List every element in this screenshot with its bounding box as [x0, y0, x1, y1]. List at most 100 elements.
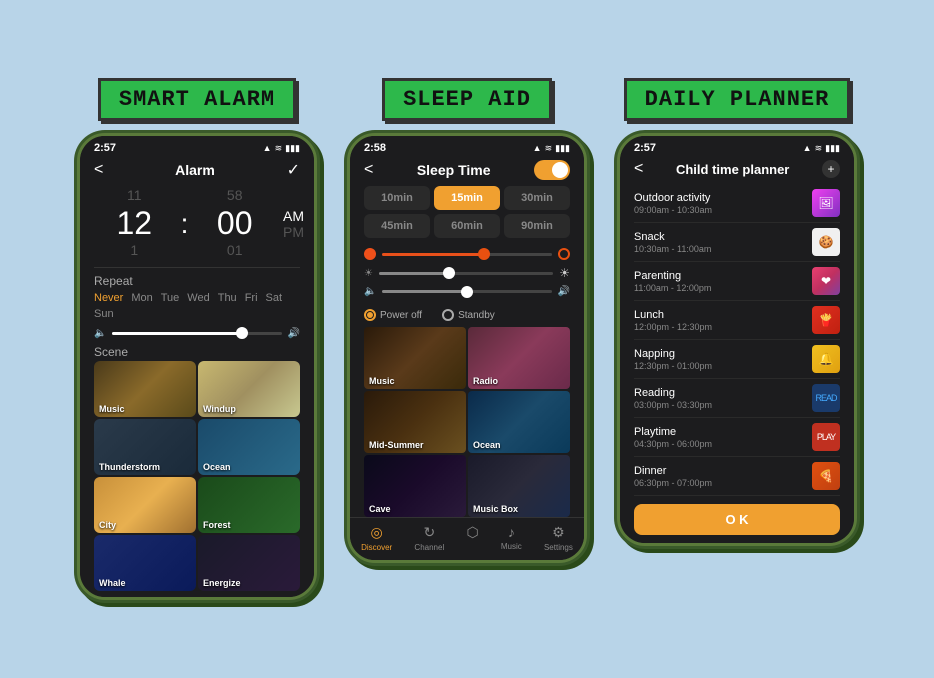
bottom-nav: ◎ Discover ↻ Channel ⬡ ♪ Music	[350, 517, 584, 560]
minute-current[interactable]: 00	[217, 206, 253, 241]
repeat-section: Repeat Never Mon Tue Wed Thu Fri Sat Sun	[80, 274, 314, 324]
timer-10min[interactable]: 10min	[364, 186, 430, 210]
repeat-day-thu[interactable]: Thu	[218, 292, 237, 304]
nav-channel-label: Channel	[414, 543, 444, 552]
time-separator: :	[179, 208, 191, 240]
timer-90min[interactable]: 90min	[504, 214, 570, 238]
standby-label: Standby	[458, 310, 495, 321]
scene-energize[interactable]: Energize	[198, 535, 300, 591]
planner-item-outdoor[interactable]: Outdoor activity 09:00am - 10:30am 🖼	[634, 184, 840, 223]
timer-45min[interactable]: 45min	[364, 214, 430, 238]
minute-col: 58 00 01	[190, 186, 279, 260]
planner-item-dinner[interactable]: Dinner 06:30pm - 07:00pm 🍕	[634, 457, 840, 496]
alarm-screen: 2:57 ▲ ≋ ▮▮▮ < Alarm ✓ 11	[80, 136, 314, 596]
scene-thunderstorm[interactable]: Thunderstorm	[94, 419, 196, 475]
back-button[interactable]: <	[94, 161, 103, 179]
sleep-status-bar: 2:58 ▲ ≋ ▮▮▮	[350, 136, 584, 156]
sleep-volume-slider[interactable]	[382, 290, 551, 293]
status-time: 2:57	[94, 142, 116, 154]
discover-icon: ◎	[371, 524, 383, 541]
repeat-day-tue[interactable]: Tue	[161, 292, 180, 304]
color-dot-outline	[558, 248, 570, 260]
sleep-scene-music[interactable]: Music	[364, 327, 466, 389]
planner-back-button[interactable]: <	[634, 160, 643, 178]
music-icon: ♪	[508, 524, 515, 540]
sleep-status-icons: ▲ ≋ ▮▮▮	[533, 143, 570, 154]
repeat-day-never[interactable]: Never	[94, 292, 123, 304]
scene-city[interactable]: City	[94, 477, 196, 533]
wifi-icon: ≋	[275, 143, 283, 154]
color-dot	[364, 248, 376, 260]
pm-option[interactable]: PM	[283, 224, 304, 240]
repeat-day-wed[interactable]: Wed	[187, 292, 209, 304]
status-bar: 2:57 ▲ ≋ ▮▮▮	[80, 136, 314, 156]
scene-music[interactable]: Music	[94, 361, 196, 417]
scene-whale[interactable]: Whale	[94, 535, 196, 591]
daily-planner-phone: 2:57 ▲ ≋ ▮▮▮ < Child time planner +	[617, 133, 857, 546]
planner-item-playtime[interactable]: Playtime 04:30pm - 06:00pm PLAY	[634, 418, 840, 457]
sleep-scene-radio[interactable]: Radio	[468, 327, 570, 389]
sleep-nav: < Sleep Time	[350, 156, 584, 186]
star-icon: ⬡	[466, 524, 478, 541]
planner-nav: < Child time planner +	[620, 156, 854, 184]
repeat-day-sat[interactable]: Sat	[266, 292, 283, 304]
color-slider[interactable]	[382, 253, 552, 256]
sleep-screen: 2:58 ▲ ≋ ▮▮▮ < Sleep Time	[350, 136, 584, 560]
outdoor-icon: 🖼	[812, 189, 840, 217]
planner-item-lunch[interactable]: Lunch 12:00pm - 12:30pm 🍟	[634, 301, 840, 340]
sleep-vol-high-icon: 🔊	[558, 286, 570, 297]
ok-button[interactable]: O K	[634, 504, 840, 535]
sleep-scene-midsummer[interactable]: Mid-Summer	[364, 391, 466, 453]
timer-buttons: 10min 15min 30min 45min 60min 90min	[364, 186, 570, 238]
sleep-signal-icon: ▲	[533, 143, 542, 153]
check-button[interactable]: ✓	[287, 160, 300, 180]
snack-icon: 🍪	[812, 228, 840, 256]
brightness-slider[interactable]	[379, 272, 553, 275]
power-off-radio[interactable]	[364, 309, 376, 321]
planner-status-time: 2:57	[634, 142, 656, 154]
sleep-vol-low-icon: 🔈	[364, 286, 376, 297]
reading-icon: READ	[812, 384, 840, 412]
sleep-slider-brightness: ☀ ☀	[364, 266, 570, 280]
add-button[interactable]: +	[822, 160, 840, 178]
scene-grid: Music Windup Thunderstorm Ocean City	[94, 361, 300, 591]
planner-item-parenting[interactable]: Parenting 11:00am - 12:00pm ❤	[634, 262, 840, 301]
smart-alarm-section: SMART ALARM 2:57 ▲ ≋ ▮▮▮ < Alarm ✓	[77, 78, 317, 599]
repeat-day-fri[interactable]: Fri	[245, 292, 258, 304]
sleep-back-button[interactable]: <	[364, 161, 373, 179]
nav-discover[interactable]: ◎ Discover	[361, 524, 392, 552]
repeat-day-sun[interactable]: Sun	[94, 308, 114, 320]
hour-current[interactable]: 12	[117, 206, 153, 241]
standby-radio[interactable]	[442, 309, 454, 321]
sleep-scene-cave[interactable]: Cave	[364, 455, 466, 517]
sleep-scene-ocean[interactable]: Ocean	[468, 391, 570, 453]
nav-music[interactable]: ♪ Music	[501, 524, 522, 552]
nav-settings-label: Settings	[544, 543, 573, 552]
timer-15min[interactable]: 15min	[434, 186, 500, 210]
standby-option[interactable]: Standby	[442, 309, 495, 321]
timer-60min[interactable]: 60min	[434, 214, 500, 238]
scene-ocean[interactable]: Ocean	[198, 419, 300, 475]
nav-channel[interactable]: ↻ Channel	[414, 524, 444, 552]
power-off-option[interactable]: Power off	[364, 309, 422, 321]
settings-icon: ⚙	[552, 524, 565, 541]
planner-item-snack[interactable]: Snack 10:30am - 11:00am 🍪	[634, 223, 840, 262]
planner-item-reading[interactable]: Reading 03:00pm - 03:30pm READ	[634, 379, 840, 418]
timer-30min[interactable]: 30min	[504, 186, 570, 210]
nav-settings[interactable]: ⚙ Settings	[544, 524, 573, 552]
time-picker: 11 12 1 : 58 00 01 AM PM	[80, 186, 314, 260]
sleep-battery-icon: ▮▮▮	[555, 143, 570, 154]
volume-slider[interactable]	[112, 332, 281, 335]
dinner-icon: 🍕	[812, 462, 840, 490]
napping-icon: 🔔	[812, 345, 840, 373]
planner-item-napping[interactable]: Napping 12:30pm - 01:00pm 🔔	[634, 340, 840, 379]
nav-star[interactable]: ⬡	[466, 524, 478, 552]
repeat-day-mon[interactable]: Mon	[131, 292, 152, 304]
sleep-toggle[interactable]	[534, 160, 570, 180]
sleep-scene-musicbox[interactable]: Music Box	[468, 455, 570, 517]
battery-icon: ▮▮▮	[285, 143, 300, 154]
sleep-radio-row: Power off Standby	[350, 307, 584, 327]
scene-forest[interactable]: Forest	[198, 477, 300, 533]
scene-windup[interactable]: Windup	[198, 361, 300, 417]
am-option[interactable]: AM	[283, 208, 304, 224]
